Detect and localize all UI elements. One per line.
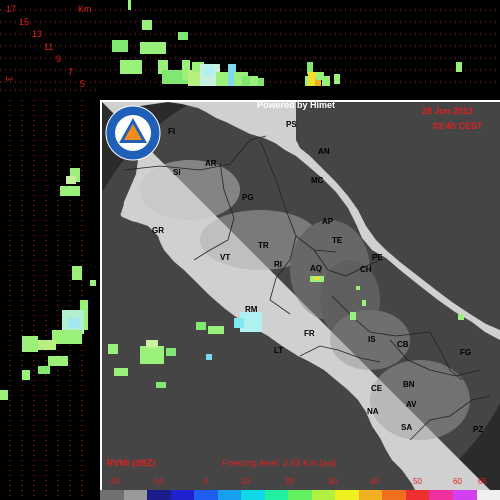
city-label: AV: [406, 400, 417, 409]
radar-map[interactable]: Powered by Himet 28 Jun 2013 03:45 CEST …: [100, 100, 500, 500]
top-echoes: [112, 0, 462, 86]
top-cross-section-plot: [100, 0, 500, 86]
city-label: FR: [304, 329, 315, 338]
color-scale-swatch: [123, 490, 148, 500]
city-label: FG: [460, 348, 472, 357]
city-label: PZ: [473, 425, 484, 434]
city-label: AN: [318, 147, 330, 156]
city-label: PS: [286, 120, 297, 129]
scale-label: 30: [328, 477, 337, 486]
height-label-7: 7: [68, 67, 74, 77]
city-label: AP: [322, 217, 334, 226]
color-scale-swatch: [194, 490, 218, 500]
height-label-5: 5: [80, 79, 86, 89]
color-scale-swatch: [264, 490, 289, 500]
height-label-9: 9: [56, 54, 62, 64]
city-label: NA: [367, 407, 379, 416]
scale-label: 20: [285, 477, 294, 486]
height-label-3: 3: [4, 76, 14, 82]
height-label-11: 11: [44, 42, 54, 52]
city-label: PE: [372, 253, 383, 262]
scale-label: -10: [152, 477, 164, 486]
color-scale-swatch: [382, 490, 406, 500]
scale-label: -20: [108, 477, 120, 486]
city-label: CE: [371, 384, 383, 393]
city-label: MC: [311, 176, 324, 185]
color-scale-swatch: [476, 490, 500, 500]
city-label: CH: [360, 265, 372, 274]
height-label-13: 13: [32, 29, 43, 39]
color-scale-swatch: [452, 490, 477, 500]
city-label: CB: [397, 340, 409, 349]
city-label: PG: [242, 193, 254, 202]
scale-label: 50: [413, 477, 422, 486]
date-label: 28 Jun 2013: [422, 106, 474, 116]
time-label: 03:45 CEST: [433, 121, 483, 131]
height-label-15: 15: [19, 17, 30, 27]
city-label: GR: [152, 226, 164, 235]
height-label-17: 17: [6, 4, 17, 14]
city-label: AQ: [310, 264, 322, 273]
color-scale-swatch: [311, 490, 336, 500]
height-axis-unit: Km: [78, 4, 92, 14]
civil-protection-logo: [105, 105, 161, 161]
freezing-level-label: Freezing level: 2.63 Km (asl): [222, 458, 337, 468]
city-label: VT: [220, 253, 231, 262]
scale-label: 0: [204, 477, 209, 486]
color-scale-swatch: [288, 490, 312, 500]
city-label: SI: [173, 168, 181, 177]
city-label: AR: [205, 159, 217, 168]
city-label: LT: [274, 346, 284, 355]
height-axis-panel: Km 17 15 13 11 9 7 5 3: [0, 0, 97, 97]
city-label: RI: [274, 260, 282, 269]
color-scale-swatch: [335, 490, 359, 500]
product-label: RVMI (dBZ): [107, 458, 156, 468]
color-scale-swatch: [241, 490, 265, 500]
city-label: IS: [368, 335, 376, 344]
left-cross-section-plot: [0, 100, 96, 500]
color-scale-swatch: [100, 490, 124, 500]
city-label: RM: [245, 305, 258, 314]
color-scale-swatch: [147, 490, 171, 500]
scale-label: 65: [478, 477, 487, 486]
city-label: TE: [332, 236, 343, 245]
reflectivity-color-scale: [100, 490, 500, 500]
scale-label: 40: [370, 477, 379, 486]
color-scale-swatch: [358, 490, 383, 500]
color-scale-swatch: [170, 490, 195, 500]
scale-label: 10: [241, 477, 250, 486]
city-label: SA: [401, 423, 413, 432]
left-grid: [9, 100, 83, 500]
scale-label: 60: [453, 477, 462, 486]
city-label: TR: [258, 241, 269, 250]
top-cross-section: [100, 0, 500, 97]
color-scale-swatch: [429, 490, 453, 500]
powered-by-label: Powered by Himet: [257, 100, 336, 110]
color-scale-swatch: [405, 490, 430, 500]
city-label: BN: [403, 380, 415, 389]
left-cross-section: [0, 100, 97, 500]
color-scale-swatch: [217, 490, 242, 500]
city-label: FI: [168, 127, 176, 136]
